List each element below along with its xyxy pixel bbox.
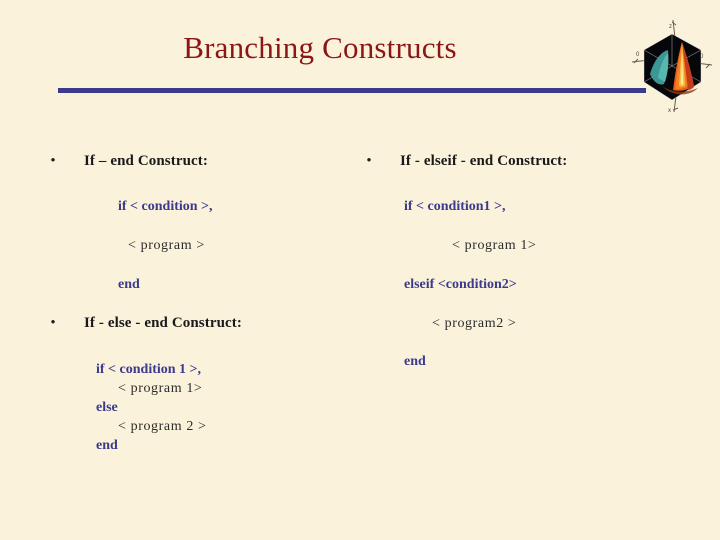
bullet-dot-icon: • — [366, 153, 372, 169]
svg-text:z: z — [669, 24, 672, 30]
bullet-dot-icon: • — [50, 153, 56, 169]
bullet-if-end-construct: • If – end Construct: — [46, 150, 376, 172]
svg-text:0: 0 — [636, 52, 640, 58]
title-divider-rule — [58, 88, 646, 93]
code-if-condition1: if < condition1 >, — [404, 199, 506, 214]
code-if-condition1: if < condition 1 >, — [96, 362, 202, 377]
code-program2-placeholder: < program 2 > — [118, 419, 207, 434]
svg-text:x: x — [668, 108, 671, 114]
bullet-dot-icon: • — [50, 315, 56, 331]
code-program-placeholder: < program > — [128, 238, 205, 253]
code-else-keyword: else — [96, 400, 118, 415]
heading-if-elseif-end-construct: If - elseif - end Construct: — [400, 153, 568, 169]
code-end-keyword: end — [404, 354, 426, 369]
heading-if-else-end-construct: If - else - end Construct: — [84, 315, 242, 331]
code-elseif-condition2: elseif <condition2> — [404, 277, 517, 292]
slide-canvas: Branching Constructs z 0 0 x • If – end … — [0, 0, 720, 540]
code-end-keyword: end — [118, 277, 140, 292]
code-program2-placeholder: < program2 > — [432, 316, 517, 331]
code-program1-placeholder: < program 1> — [452, 238, 537, 253]
right-column: • If - elseif - end Construct: if < cond… — [362, 150, 702, 369]
heading-if-end-construct: If – end Construct: — [84, 153, 208, 169]
bullet-if-elseif-end-construct: • If - elseif - end Construct: — [362, 150, 702, 172]
code-if-condition: if < condition >, — [118, 199, 213, 214]
code-program1-placeholder: < program 1> — [118, 381, 203, 396]
left-column: • If – end Construct: if < condition >, … — [46, 150, 376, 453]
matlab-membrane-logo: z 0 0 x — [628, 16, 716, 116]
code-block-if-else-end: if < condition 1 >, < program 1> else < … — [96, 360, 207, 455]
bullet-if-else-end-construct: • If - else - end Construct: — [46, 312, 376, 334]
page-title: Branching Constructs — [183, 30, 457, 65]
code-end-keyword: end — [96, 438, 118, 453]
